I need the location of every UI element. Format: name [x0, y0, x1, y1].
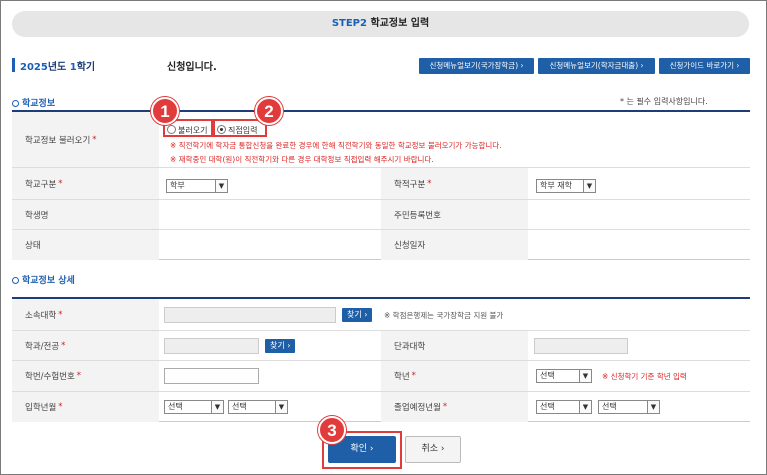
chevron-down-icon: ▼	[583, 180, 595, 192]
major-label: 학과/전공 *	[12, 331, 159, 360]
annotation-badge-2: 2	[255, 97, 283, 125]
highlight-radio-direct	[213, 119, 267, 137]
grade-label: 학년 *	[381, 361, 528, 391]
major-row: 학과/전공 * 찾기 › 단과대학	[12, 331, 750, 361]
chevron-down-icon: ▼	[211, 401, 223, 413]
student-name-label: 학생명	[12, 200, 159, 229]
chevron-down-icon: ▼	[579, 370, 591, 382]
resident-number-label: 주민등록번호	[381, 200, 528, 229]
chevron-down-icon: ▼	[647, 401, 659, 413]
step-header: STEP2 학교정보 입력	[12, 11, 749, 37]
university-note: ※ 학점은행제는 국가장학금 지원 불가	[384, 311, 504, 320]
cancel-button[interactable]: 취소 ›	[405, 436, 461, 463]
student-number-label: 학번/수험번호 *	[12, 361, 159, 391]
college-label: 단과대학	[381, 331, 528, 360]
major-input[interactable]	[164, 338, 259, 354]
status-row: 상태 신청일자	[12, 230, 750, 260]
guide-button[interactable]: 신청가이드 바로가기 ›	[659, 58, 750, 74]
admission-year-select[interactable]: 선택 ▼	[164, 400, 224, 414]
major-find-button[interactable]: 찾기 ›	[265, 339, 296, 353]
student-number-input[interactable]	[164, 368, 259, 384]
grade-select[interactable]: 선택 ▼	[536, 369, 592, 383]
school-detail-table: 소속대학 * 찾기 › ※ 학점은행제는 국가장학금 지원 불가 학과/전공 * 찾…	[12, 297, 750, 422]
admission-row: 입학년월 * 선택 ▼ 선택 ▼ 졸업예정년월 * 선택 ▼ 선택 ▼	[12, 392, 750, 422]
admission-label: 입학년월 *	[12, 392, 159, 422]
notice-load-previous: ※ 직전학기에 학자금 통합신청을 완료한 경우에 한해 직전학기와 동일한 학…	[170, 141, 502, 150]
graduation-label: 졸업예정년월 *	[381, 392, 528, 422]
term-semester: 1	[69, 62, 77, 73]
circle-bullet-icon	[12, 100, 19, 107]
required-note: * 는 필수 입력사항입니다.	[620, 97, 708, 106]
term-marker	[12, 58, 15, 72]
university-find-button[interactable]: 찾기 ›	[342, 308, 373, 322]
manual-loan-button[interactable]: 신청메뉴얼보기(학자금대출) ›	[538, 58, 655, 74]
manual-scholarship-button[interactable]: 신청메뉴얼보기(국가장학금) ›	[419, 58, 534, 74]
graduation-year-select[interactable]: 선택 ▼	[536, 400, 592, 414]
school-info-section-title: 학교정보	[12, 96, 55, 109]
grade-note: ※ 신청학기 기준 학년 입력	[602, 372, 687, 381]
enroll-label: 학적구분 *	[381, 168, 528, 199]
university-row: 소속대학 * 찾기 › ※ 학점은행제는 국가장학금 지원 불가	[12, 299, 750, 331]
student-number-row: 학번/수험번호 * 학년 * 선택 ▼ ※ 신청학기 기준 학년 입력	[12, 361, 750, 392]
school-info-table: 학교정보 불러오기 * 불러오기 직접입력 ※ 직전학기에 학자금 통합신청을 완…	[12, 110, 750, 260]
step-label: STEP2	[331, 18, 367, 29]
term-year-suffix: 년도	[47, 62, 70, 73]
notice-direct-input: ※ 재학중인 대학(원)이 직전학기와 다른 경우 대학정보 직접입력 해주시기…	[170, 155, 434, 164]
term-year: 2025	[20, 62, 48, 73]
annotation-badge-1: 1	[151, 97, 179, 125]
load-label: 학교정보 불러오기 *	[12, 112, 159, 167]
term-semester-suffix: 학기	[76, 62, 96, 73]
term-label: 2025년도 1학기	[20, 58, 95, 73]
university-input[interactable]	[164, 307, 336, 323]
school-detail-section-title: 학교정보 상세	[12, 273, 75, 286]
apply-date-label: 신청일자	[381, 230, 528, 260]
load-row: 학교정보 불러오기 * 불러오기 직접입력 ※ 직전학기에 학자금 통합신청을 완…	[12, 112, 750, 168]
university-label: 소속대학 *	[12, 299, 159, 330]
chevron-down-icon: ▼	[215, 180, 227, 192]
chevron-down-icon: ▼	[579, 401, 591, 413]
school-type-select[interactable]: 학부 ▼	[166, 179, 228, 193]
apply-text: 신청입니다.	[167, 62, 217, 73]
status-label: 상태	[12, 230, 159, 260]
enroll-select[interactable]: 학부 재학 ▼	[536, 179, 596, 193]
student-row: 학생명 주민등록번호	[12, 200, 750, 230]
chevron-down-icon: ▼	[275, 401, 287, 413]
college-input[interactable]	[534, 338, 628, 354]
circle-bullet-icon	[12, 277, 19, 284]
school-type-label: 학교구분 *	[12, 168, 159, 199]
admission-month-select[interactable]: 선택 ▼	[228, 400, 288, 414]
school-type-row: 학교구분 * 학부 ▼ 학적구분 * 학부 재학 ▼	[12, 168, 750, 200]
graduation-month-select[interactable]: 선택 ▼	[598, 400, 660, 414]
annotation-badge-3: 3	[318, 416, 346, 444]
step-title: 학교정보 입력	[370, 18, 430, 29]
